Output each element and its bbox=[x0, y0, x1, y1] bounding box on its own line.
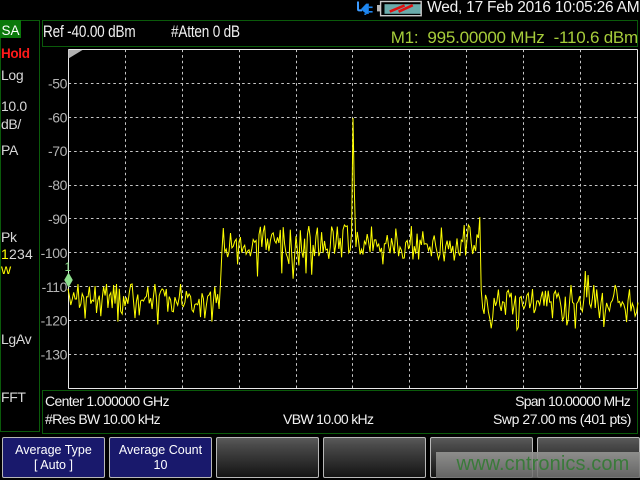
svg-text:-130: -130 bbox=[41, 347, 68, 363]
svg-text:-100: -100 bbox=[41, 245, 68, 261]
svg-text:-60: -60 bbox=[48, 109, 68, 125]
svg-text:-120: -120 bbox=[41, 313, 68, 329]
svg-text:-90: -90 bbox=[48, 211, 68, 227]
svg-text:-70: -70 bbox=[48, 143, 68, 159]
svg-text:-110: -110 bbox=[42, 279, 68, 295]
svg-text:-50: -50 bbox=[48, 75, 68, 91]
svg-text:1: 1 bbox=[65, 260, 72, 274]
svg-text:-80: -80 bbox=[48, 177, 68, 193]
